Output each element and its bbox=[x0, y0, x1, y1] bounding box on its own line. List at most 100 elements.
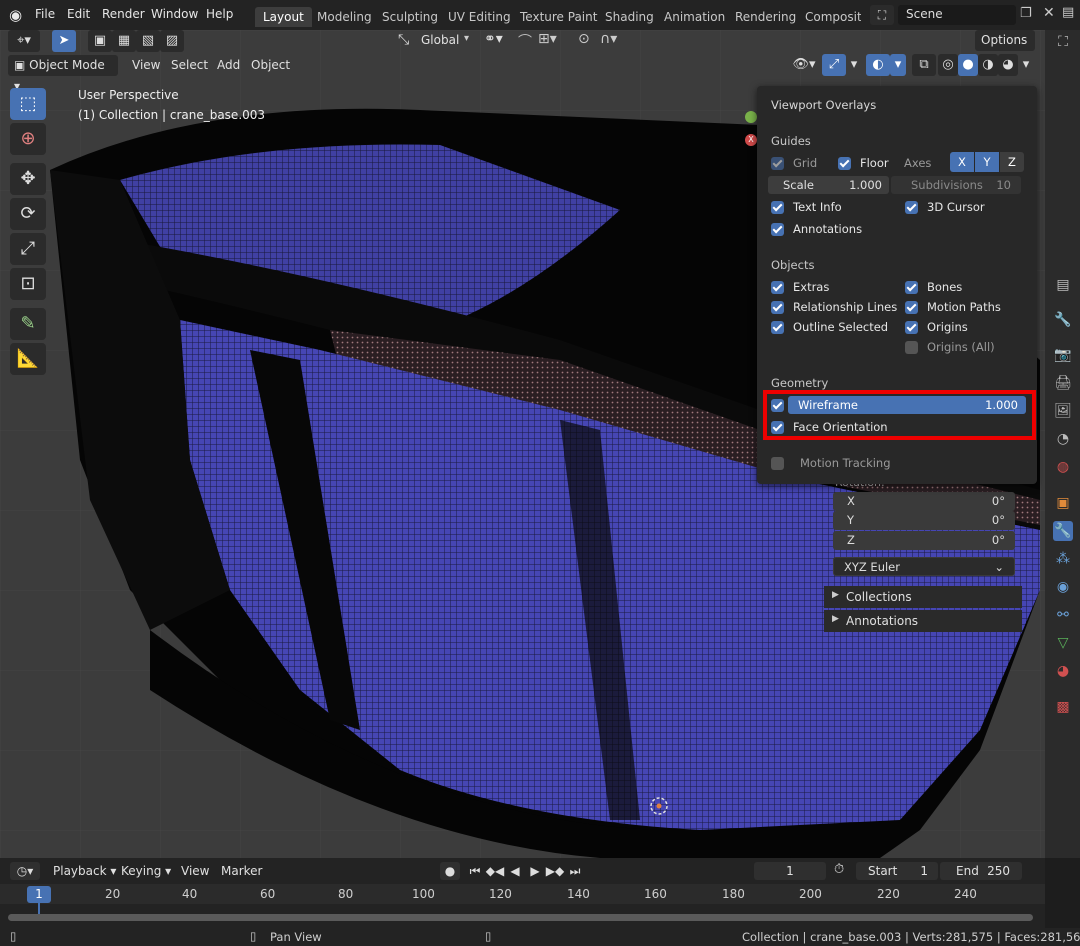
view-layer-icon[interactable]: ▤ bbox=[1062, 5, 1078, 21]
menu-render[interactable]: Render bbox=[102, 7, 145, 21]
rotation-z-field[interactable]: Z 0° bbox=[833, 531, 1015, 550]
prev-keyframe-icon[interactable]: ◆◀ bbox=[485, 862, 505, 880]
world-properties-icon[interactable]: ◍ bbox=[1053, 457, 1073, 477]
annotate-tool-icon[interactable]: ✎ bbox=[10, 308, 46, 340]
annotations-panel-header[interactable]: ▶ Annotations bbox=[824, 610, 1022, 632]
data-properties-icon[interactable]: ▽ bbox=[1053, 633, 1073, 653]
timeline-scrollbar[interactable] bbox=[8, 914, 1033, 921]
subdivisions-field[interactable]: Subdivisions 10 bbox=[891, 176, 1021, 194]
object-mode-dropdown[interactable]: ▣ Object Mode ▾ bbox=[8, 55, 118, 93]
timeline-view-menu[interactable]: View bbox=[181, 864, 209, 878]
extras-checkbox[interactable] bbox=[771, 280, 784, 294]
tab-animation[interactable]: Animation bbox=[656, 7, 733, 27]
menu-help[interactable]: Help bbox=[206, 7, 233, 21]
motion-paths-toggle[interactable]: Motion Paths bbox=[905, 298, 1001, 316]
menu-window[interactable]: Window bbox=[151, 7, 198, 21]
solid-shading-icon[interactable]: ● bbox=[958, 54, 978, 76]
play-icon[interactable]: ▶ bbox=[525, 862, 545, 880]
select-mode-subtract-icon[interactable]: ▧ bbox=[136, 30, 160, 52]
axis-z-toggle[interactable]: Z bbox=[1000, 152, 1024, 172]
bones-checkbox[interactable] bbox=[905, 280, 918, 294]
visibility-icon[interactable]: 👁▾ bbox=[788, 54, 820, 76]
axis-y-toggle[interactable]: Y bbox=[975, 152, 999, 172]
menu-object[interactable]: Object bbox=[251, 58, 290, 72]
gizmo-toggle-icon[interactable]: ⤢ bbox=[822, 54, 846, 76]
outline-selected-checkbox[interactable] bbox=[771, 320, 784, 334]
motion-tracking-checkbox[interactable] bbox=[771, 456, 784, 470]
cursor-tool-icon[interactable]: ⊕ bbox=[10, 123, 46, 155]
scene-properties-icon[interactable]: ◔ bbox=[1053, 429, 1073, 449]
scene-selector-icon[interactable]: ⛶ bbox=[870, 5, 894, 25]
scale-tool-icon[interactable]: ⤢ bbox=[10, 233, 46, 265]
shading-dropdown-icon[interactable]: ▾ bbox=[1018, 54, 1034, 76]
floor-checkbox[interactable] bbox=[838, 156, 851, 170]
particles-properties-icon[interactable]: ⁂ bbox=[1053, 549, 1073, 569]
start-frame-field[interactable]: Start 1 bbox=[856, 862, 938, 880]
snap-target-icon[interactable]: ⊞▾ bbox=[538, 31, 557, 47]
keying-menu[interactable]: Keying ▾ bbox=[121, 864, 171, 878]
text-info-checkbox[interactable] bbox=[771, 200, 784, 214]
new-scene-icon[interactable]: ❐ bbox=[1020, 6, 1036, 22]
next-keyframe-icon[interactable]: ▶◆ bbox=[545, 862, 565, 880]
origins-all-checkbox[interactable] bbox=[905, 340, 918, 354]
transform-tool-icon[interactable]: ⊡ bbox=[10, 268, 46, 300]
properties-editor-icon[interactable]: ▤ bbox=[1053, 275, 1073, 295]
gizmo-x-axis-icon[interactable]: X bbox=[745, 134, 757, 146]
scene-name-field[interactable]: Scene bbox=[898, 5, 1016, 25]
options-dropdown[interactable]: Options bbox=[975, 30, 1035, 51]
select-mode-invert-icon[interactable]: ▨ bbox=[160, 30, 184, 52]
overlays-dropdown-icon[interactable]: ▾ bbox=[890, 54, 906, 76]
grid-toggle[interactable]: Grid bbox=[771, 154, 817, 172]
playhead-frame-badge[interactable]: 1 bbox=[27, 886, 51, 903]
tab-sculpting[interactable]: Sculpting bbox=[374, 7, 446, 27]
marker-menu[interactable]: Marker bbox=[221, 864, 262, 878]
outline-selected-toggle[interactable]: Outline Selected bbox=[771, 318, 888, 336]
3d-cursor-toggle[interactable]: 3D Cursor bbox=[905, 198, 985, 216]
rotate-tool-icon[interactable]: ⟳ bbox=[10, 198, 46, 230]
material-shading-icon[interactable]: ◑ bbox=[978, 54, 998, 76]
menu-file[interactable]: File bbox=[35, 7, 55, 21]
timeline-editor-type-icon[interactable]: ◷▾ bbox=[10, 862, 40, 880]
origins-toggle[interactable]: Origins bbox=[905, 318, 968, 336]
menu-select[interactable]: Select bbox=[171, 58, 208, 72]
tab-uv-editing[interactable]: UV Editing bbox=[440, 7, 519, 27]
texture-properties-icon[interactable]: ▩ bbox=[1053, 697, 1073, 717]
physics-properties-icon[interactable]: ◉ bbox=[1053, 577, 1073, 597]
playback-menu[interactable]: Playback ▾ bbox=[53, 864, 116, 878]
tab-layout[interactable]: Layout bbox=[255, 7, 312, 27]
jump-end-icon[interactable]: ⏭ bbox=[565, 862, 585, 880]
motion-paths-checkbox[interactable] bbox=[905, 300, 918, 314]
rendered-shading-icon[interactable]: ◕ bbox=[998, 54, 1018, 76]
end-frame-field[interactable]: End 250 bbox=[940, 862, 1022, 880]
gizmo-dropdown-icon[interactable]: ▾ bbox=[846, 54, 862, 76]
tab-shading[interactable]: Shading bbox=[597, 7, 662, 27]
relationship-lines-toggle[interactable]: Relationship Lines bbox=[771, 298, 897, 316]
menu-add[interactable]: Add bbox=[217, 58, 240, 72]
material-properties-icon[interactable]: ◕ bbox=[1053, 661, 1073, 681]
relationship-lines-checkbox[interactable] bbox=[771, 300, 784, 314]
rotation-y-field[interactable]: Y 0° bbox=[833, 511, 1015, 530]
pivot-point-icon[interactable]: ⚭▾ bbox=[484, 31, 503, 47]
3d-cursor-checkbox[interactable] bbox=[905, 200, 918, 214]
rotation-mode-dropdown[interactable]: XYZ Euler ⌄ bbox=[833, 557, 1015, 576]
annotations-checkbox[interactable] bbox=[771, 222, 784, 236]
outliner-editor-icon[interactable]: ⛶ bbox=[1053, 32, 1073, 52]
proportional-edit-icon[interactable]: ⊙ bbox=[578, 31, 590, 47]
current-frame-field[interactable]: 1 bbox=[754, 862, 826, 880]
orientation-dropdown[interactable]: Global bbox=[421, 33, 459, 47]
tab-modeling[interactable]: Modeling bbox=[309, 7, 380, 27]
overlays-toggle-icon[interactable]: ◐ bbox=[866, 54, 890, 76]
text-info-toggle[interactable]: Text Info bbox=[771, 198, 842, 216]
select-tool-icon[interactable]: ➤ bbox=[52, 30, 76, 52]
collections-panel-header[interactable]: ▶ Collections bbox=[824, 586, 1022, 608]
floor-toggle[interactable]: Floor bbox=[838, 154, 889, 172]
jump-start-icon[interactable]: ⏮ bbox=[465, 862, 485, 880]
record-icon[interactable]: ● bbox=[440, 862, 460, 880]
axis-x-toggle[interactable]: X bbox=[950, 152, 974, 172]
menu-edit[interactable]: Edit bbox=[67, 7, 90, 21]
motion-tracking-toggle[interactable]: Motion Tracking bbox=[771, 454, 891, 472]
annotations-toggle[interactable]: Annotations bbox=[771, 220, 862, 238]
select-box-tool-icon[interactable]: ⬚ bbox=[10, 88, 46, 120]
transform-orientation-icon[interactable]: ⤡ bbox=[398, 32, 409, 48]
scale-field[interactable]: Scale 1.000 bbox=[768, 176, 889, 194]
